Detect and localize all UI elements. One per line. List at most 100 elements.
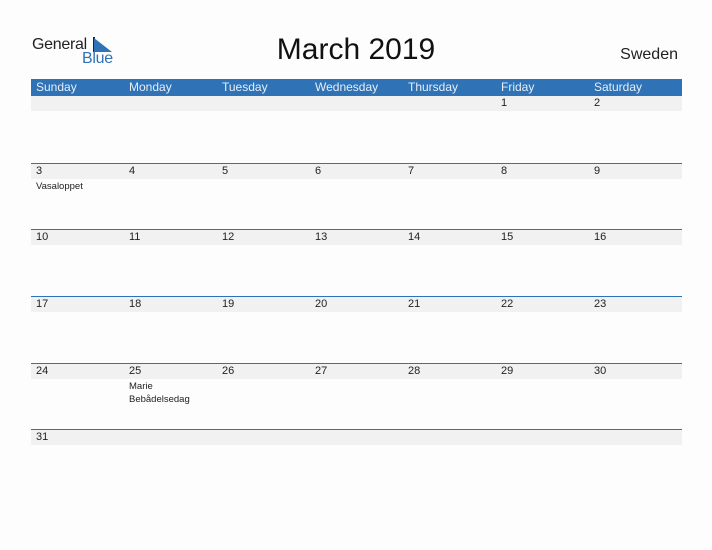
- day-number: 17: [36, 298, 49, 311]
- day-number: 3: [36, 164, 43, 177]
- week-cells: 3 Vasaloppet 4 5 6 7 8 9: [31, 164, 682, 193]
- day-cell: 29: [496, 364, 589, 406]
- day-cell: 21: [403, 297, 496, 313]
- day-number: 5: [222, 164, 229, 177]
- day-cell: 6: [310, 164, 403, 193]
- week-row: 12: [31, 96, 682, 163]
- day-number: [222, 430, 310, 445]
- day-cell: 1: [496, 96, 589, 112]
- day-number: [315, 96, 403, 111]
- day-cell: 19: [217, 297, 310, 313]
- day-number: 26: [222, 364, 235, 377]
- day-cell: 27: [310, 364, 403, 406]
- day-cell: 31: [31, 430, 124, 446]
- day-number: 10: [36, 231, 49, 244]
- week-row: 10 11 12 13 14 15 16: [31, 229, 682, 296]
- day-cell: 28: [403, 364, 496, 406]
- day-cell: 23: [589, 297, 682, 313]
- day-cell: 11: [124, 230, 217, 246]
- day-cell: 24: [31, 364, 124, 406]
- day-number: [408, 96, 496, 111]
- week-cells: 24 25 Marie Bebådelsedag 26 27 28 29 30: [31, 364, 682, 406]
- day-number: 14: [408, 231, 421, 244]
- day-cell: 7: [403, 164, 496, 193]
- week-row: 17 18 19 20 21 22 23: [31, 296, 682, 363]
- day-cell: 12: [217, 230, 310, 246]
- day-number: [501, 430, 589, 445]
- day-number: 15: [501, 231, 514, 244]
- day-number: 18: [129, 298, 142, 311]
- day-number: [594, 430, 682, 445]
- day-number: 16: [594, 231, 607, 244]
- day-cell: 17: [31, 297, 124, 313]
- day-number: 1: [501, 97, 508, 109]
- day-number: 13: [315, 231, 328, 244]
- holiday-event: Marie Bebådelsedag: [129, 380, 190, 405]
- day-cell: [124, 96, 217, 112]
- day-cell: 8: [496, 164, 589, 193]
- day-number: 4: [129, 164, 136, 177]
- day-number: 31: [36, 431, 49, 444]
- day-cell: [496, 430, 589, 446]
- day-number: 25: [129, 364, 142, 377]
- day-cell: 26: [217, 364, 310, 406]
- day-cell: [403, 430, 496, 446]
- day-cell: [217, 96, 310, 112]
- day-cell: [217, 430, 310, 446]
- weekday-header: Sunday Monday Tuesday Wednesday Thursday…: [31, 79, 682, 96]
- day-number: [36, 96, 124, 111]
- day-cell: [310, 96, 403, 112]
- week-cells: 31: [31, 430, 682, 446]
- day-cell: 20: [310, 297, 403, 313]
- day-number: 11: [129, 231, 141, 244]
- day-number: 22: [501, 298, 514, 311]
- day-number: [315, 430, 403, 445]
- day-cell: [124, 430, 217, 446]
- day-number: [129, 96, 217, 111]
- day-number: 6: [315, 164, 322, 177]
- calendar-title: March 2019: [276, 33, 436, 66]
- day-number: 20: [315, 298, 328, 311]
- weekday-sunday: Sunday: [36, 80, 77, 94]
- week-cells: 12: [31, 96, 682, 112]
- week-row: 31: [31, 429, 682, 496]
- day-number: 7: [408, 164, 415, 177]
- day-cell: 5: [217, 164, 310, 193]
- day-cell: [403, 96, 496, 112]
- weekday-wednesday: Wednesday: [315, 80, 379, 94]
- week-row: 3 Vasaloppet 4 5 6 7 8 9: [31, 162, 682, 230]
- day-cell: 30: [589, 364, 682, 406]
- day-number: 9: [594, 164, 601, 177]
- weekday-thursday: Thursday: [408, 80, 459, 94]
- day-number: 24: [36, 364, 49, 377]
- day-cell: 10: [31, 230, 124, 246]
- weeks-container: 1 2 3 Vasaloppet 4 5 6 7 8 9 10 11 12 13 14 15 16 17 18 19 2…: [31, 96, 682, 496]
- weekday-friday: Friday: [501, 80, 535, 94]
- day-number: [408, 430, 496, 445]
- weekday-saturday: Saturday: [594, 80, 643, 94]
- country-label: Sweden: [620, 46, 678, 63]
- day-cell: 25 Marie Bebådelsedag: [124, 364, 217, 406]
- day-cell: 2: [589, 96, 682, 112]
- weekday-tuesday: Tuesday: [222, 80, 268, 94]
- day-cell: 3 Vasaloppet: [31, 164, 124, 193]
- day-cell: 22: [496, 297, 589, 313]
- day-cell: [31, 96, 124, 112]
- week-row: 24 25 Marie Bebådelsedag 26 27 28 29 30: [31, 362, 682, 430]
- calendar-grid: Sunday Monday Tuesday Wednesday Thursday…: [31, 79, 682, 496]
- day-cell: 9: [589, 164, 682, 193]
- day-cell: 13: [310, 230, 403, 246]
- day-number: 2: [594, 97, 601, 109]
- day-cell: 15: [496, 230, 589, 246]
- weekday-monday: Monday: [129, 80, 172, 94]
- day-number: 23: [594, 298, 607, 311]
- day-cell: [589, 430, 682, 446]
- day-number: 28: [408, 364, 421, 377]
- day-cell: 16: [589, 230, 682, 246]
- day-number: 27: [315, 364, 328, 377]
- day-cell: [310, 430, 403, 446]
- day-number: 29: [501, 364, 514, 377]
- week-cells: 17 18 19 20 21 22 23: [31, 297, 682, 313]
- day-number: 12: [222, 231, 235, 244]
- week-cells: 10 11 12 13 14 15 16: [31, 230, 682, 246]
